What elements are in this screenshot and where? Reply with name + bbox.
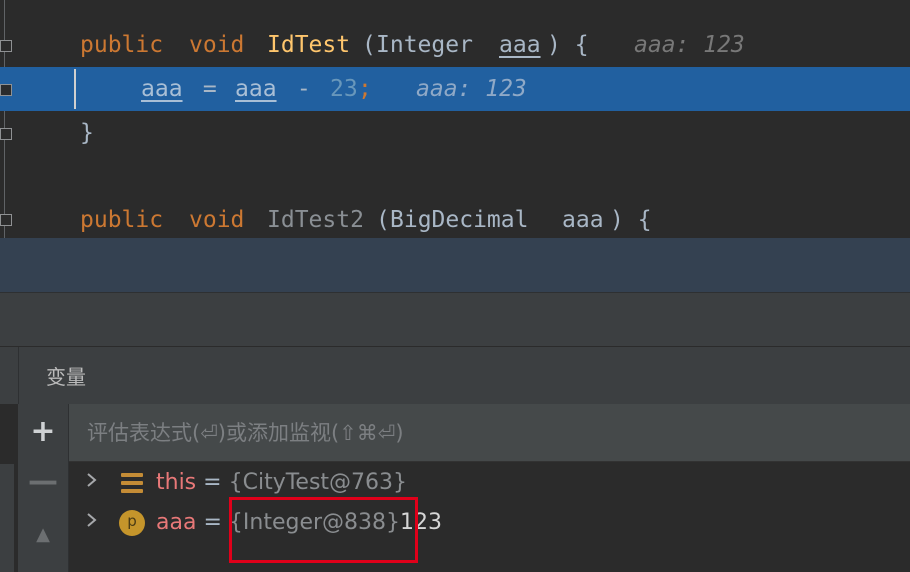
code-line-method-signature-2[interactable]: public void IdTest2 ( BigDecimal aaa ) { [0,198,910,242]
param-name: aaa [499,32,541,58]
code-editor[interactable]: public void IdTest ( Integer aaa ) { aaa… [0,0,910,238]
variables-panel-header: 变量 [0,346,910,405]
variable-name: aaa [156,510,197,535]
variable-value: 123 [400,510,443,535]
code-line-closing-brace[interactable]: } [0,111,910,155]
keyword-public: public [80,207,164,233]
param-type: BigDecimal [390,207,529,233]
variable-text: aaa = {Integer@838}123 [156,503,442,543]
text-caret [74,69,76,109]
param-type: Integer [376,32,473,58]
scrollbar[interactable] [0,464,14,572]
inline-debug-value: aaa: 123 [416,76,527,102]
object-reference: {CityTest@763} [228,470,408,495]
closing-brace: } [80,120,94,146]
paren-open: ( [376,207,390,233]
param-name: aaa [562,207,604,233]
object-reference: {Integer@838} [228,510,401,535]
variable-row[interactable]: this = {CityTest@763} [69,463,910,503]
assign-operator: = [189,76,231,102]
number-literal: 23 [330,76,358,102]
paren-close-brace: ) { [610,207,652,233]
equals-sign: = [203,470,222,495]
equals-sign: = [203,510,222,535]
variable-name: this [156,470,197,495]
fold-marker-icon[interactable] [0,84,12,96]
evaluate-expression-input[interactable]: 评估表达式(⏎)或添加监视(⇧⌘⏎) [69,404,910,462]
panel-divider [18,347,19,405]
current-execution-line[interactable]: aaa = aaa - 23 ; aaa: 123 [0,67,910,111]
keyword-void: void [189,32,245,58]
evaluate-placeholder: 评估表达式(⏎)或添加监视(⇧⌘⏎) [87,421,404,445]
variables-panel: 变量 + — ▲ 评估表达式(⏎)或添加监视(⇧⌘⏎) this = {City… [0,346,910,572]
assign-source: aaa [235,76,277,102]
editor-footer-strip [0,238,910,292]
code-line-method-signature[interactable]: public void IdTest ( Integer aaa ) { aaa… [0,23,910,67]
expand-chevron-icon[interactable] [85,503,99,543]
panel-title: 变量 [46,365,86,389]
method-name: IdTest [267,32,351,58]
paren-close-brace: ) { [547,32,589,58]
assign-target: aaa [141,76,183,102]
inline-debug-value: aaa: 123 [634,32,745,58]
remove-watch-button[interactable]: — [18,464,68,500]
method-name: IdTest2 [267,207,364,233]
parameter-icon: p [119,510,145,536]
move-up-button[interactable]: ▲ [18,520,68,550]
fold-marker-icon[interactable] [0,40,12,52]
add-watch-button[interactable]: + [18,414,68,450]
minus-operator: - [283,76,325,102]
fold-marker-icon[interactable] [0,128,12,140]
keyword-public: public [80,32,164,58]
variables-toolbar: + — ▲ [18,404,69,572]
ide-window: public void IdTest ( Integer aaa ) { aaa… [0,0,910,572]
expand-chevron-icon[interactable] [85,463,99,503]
semicolon: ; [358,76,372,102]
variable-row[interactable]: p aaa = {Integer@838}123 [69,503,910,543]
variable-text: this = {CityTest@763} [156,463,407,503]
fold-marker-icon[interactable] [0,214,12,226]
keyword-void: void [189,207,245,233]
field-icon [121,472,143,494]
paren-open: ( [362,32,376,58]
debug-toolbar-strip [0,292,910,347]
